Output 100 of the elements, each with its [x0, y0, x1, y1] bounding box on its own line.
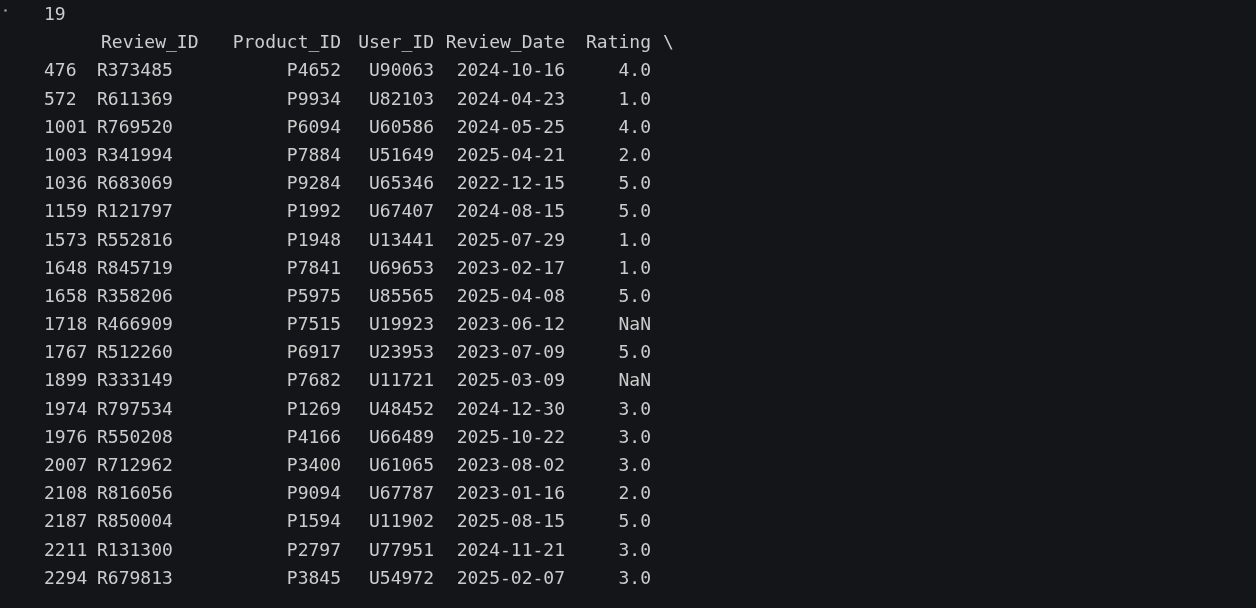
table-cell-text: U66489 — [368, 424, 434, 449]
table-cell-text: P6094 — [286, 114, 341, 139]
table-cell-text: 5.0 — [618, 171, 651, 196]
table-cell-text: 1.0 — [618, 227, 651, 252]
table-cell-text: P7682 — [286, 368, 341, 393]
table-cell-text: R850004 — [97, 509, 173, 534]
table-cell-text: 2025-03-09 — [456, 368, 565, 393]
table-cell-text: R358206 — [97, 283, 173, 308]
table-cell-text: R679813 — [97, 565, 173, 590]
table-cell-text: 2024-05-25 — [456, 114, 565, 139]
column-header: Review_Date — [445, 30, 565, 55]
table-cell-text: NaN — [618, 368, 651, 393]
table-cell-text: P9284 — [286, 171, 341, 196]
table-cell-text: P1992 — [286, 199, 341, 224]
table-cell-text: P9934 — [286, 86, 341, 111]
table-cell-text: R131300 — [97, 537, 173, 562]
row-index: 2211 — [44, 537, 88, 562]
table-cell-text: U23953 — [368, 340, 434, 365]
row-index: 1036 — [44, 171, 88, 196]
table-cell-text: R611369 — [97, 86, 173, 111]
row-index: 1974 — [44, 396, 88, 421]
table-cell-text: P3845 — [286, 565, 341, 590]
row-index: 1159 — [44, 199, 88, 224]
table-cell-text: 4.0 — [618, 114, 651, 139]
table-cell-text: P5975 — [286, 283, 341, 308]
table-cell-text: U69653 — [368, 255, 434, 280]
row-index: 1718 — [44, 312, 88, 337]
table-cell-text: 3.0 — [618, 537, 651, 562]
table-cell-text: R797534 — [97, 396, 173, 421]
row-index: 1976 — [44, 424, 88, 449]
table-cell-text: R121797 — [97, 199, 173, 224]
row-index: 2294 — [44, 565, 88, 590]
column-header: Product_ID — [232, 30, 341, 55]
table-cell-text: R683069 — [97, 171, 173, 196]
column-header: User_ID — [358, 30, 434, 55]
table-cell-text: 2025-08-15 — [456, 509, 565, 534]
table-cell-text: U82103 — [368, 86, 434, 111]
table-cell-text: U67407 — [368, 199, 434, 224]
table-cell-text: 2.0 — [618, 481, 651, 506]
table-cell-text: U11721 — [368, 368, 434, 393]
line-continuation: \ — [663, 30, 674, 55]
table-cell-text: 5.0 — [618, 283, 651, 308]
table-cell-text: 3.0 — [618, 424, 651, 449]
table-cell-text: P6917 — [286, 340, 341, 365]
table-cell-text: U77951 — [368, 537, 434, 562]
table-cell-text: 2025-04-08 — [456, 283, 565, 308]
table-cell-text: 4.0 — [618, 58, 651, 83]
row-index: 1899 — [44, 368, 88, 393]
dot-icon — [4, 9, 7, 12]
table-cell-text: P7515 — [286, 312, 341, 337]
table-cell-text: 2024-08-15 — [456, 199, 565, 224]
table-cell-text: P1948 — [286, 227, 341, 252]
table-cell-text: 2024-04-23 — [456, 86, 565, 111]
table-cell-text: 1.0 — [618, 86, 651, 111]
table-cell-text: U48452 — [368, 396, 434, 421]
table-cell-text: R550208 — [97, 424, 173, 449]
table-cell-text: U90063 — [368, 58, 434, 83]
table-cell-text: 2022-12-15 — [456, 171, 565, 196]
table-cell-text: 2023-08-02 — [456, 453, 565, 477]
table-cell-text: 3.0 — [618, 453, 651, 477]
table-cell-text: 3.0 — [618, 396, 651, 421]
row-index: 2007 — [44, 453, 88, 477]
table-cell-text: U67787 — [368, 481, 434, 506]
table-cell-text: P1594 — [286, 509, 341, 534]
column-header: Review_ID — [101, 30, 199, 55]
table-cell-text: U65346 — [368, 171, 434, 196]
table-cell-text: NaN — [618, 312, 651, 337]
row-index: 2108 — [44, 481, 88, 506]
table-cell-text: R373485 — [97, 58, 173, 83]
table-cell-text: U54972 — [368, 565, 434, 590]
table-cell-text: P7841 — [286, 255, 341, 280]
table-cell-text: R769520 — [97, 114, 173, 139]
row-index: 476 — [44, 58, 77, 83]
table-cell-text: 2025-07-29 — [456, 227, 565, 252]
table-cell-text: P4166 — [286, 424, 341, 449]
table-cell-text: R816056 — [97, 481, 173, 506]
table-cell-text: 5.0 — [618, 509, 651, 534]
table-cell-text: 2025-02-07 — [456, 565, 565, 590]
row-index: 1658 — [44, 283, 88, 308]
table-cell-text: U61065 — [368, 453, 434, 477]
table-cell-text: R341994 — [97, 142, 173, 167]
table-cell-text: 2025-10-22 — [456, 424, 565, 449]
table-cell-text: 3.0 — [618, 565, 651, 590]
table-cell-text: P9094 — [286, 481, 341, 506]
table-cell-text: U13441 — [368, 227, 434, 252]
column-header: Rating — [585, 30, 651, 55]
row-index: 1003 — [44, 142, 88, 167]
table-cell-text: 2023-02-17 — [456, 255, 565, 280]
row-index: 1648 — [44, 255, 88, 280]
row-index: 572 — [44, 86, 77, 111]
row-index: 1573 — [44, 227, 88, 252]
table-cell-text: P4652 — [286, 58, 341, 83]
table-cell-text: U85565 — [368, 283, 434, 308]
table-cell-text: R552816 — [97, 227, 173, 252]
table-cell-text: 2023-07-09 — [456, 340, 565, 365]
table-cell-text: U19923 — [368, 312, 434, 337]
table-cell-text: 5.0 — [618, 340, 651, 365]
table-cell-text: R333149 — [97, 368, 173, 393]
row-index: 1767 — [44, 340, 88, 365]
table-cell-text: 5.0 — [618, 199, 651, 224]
